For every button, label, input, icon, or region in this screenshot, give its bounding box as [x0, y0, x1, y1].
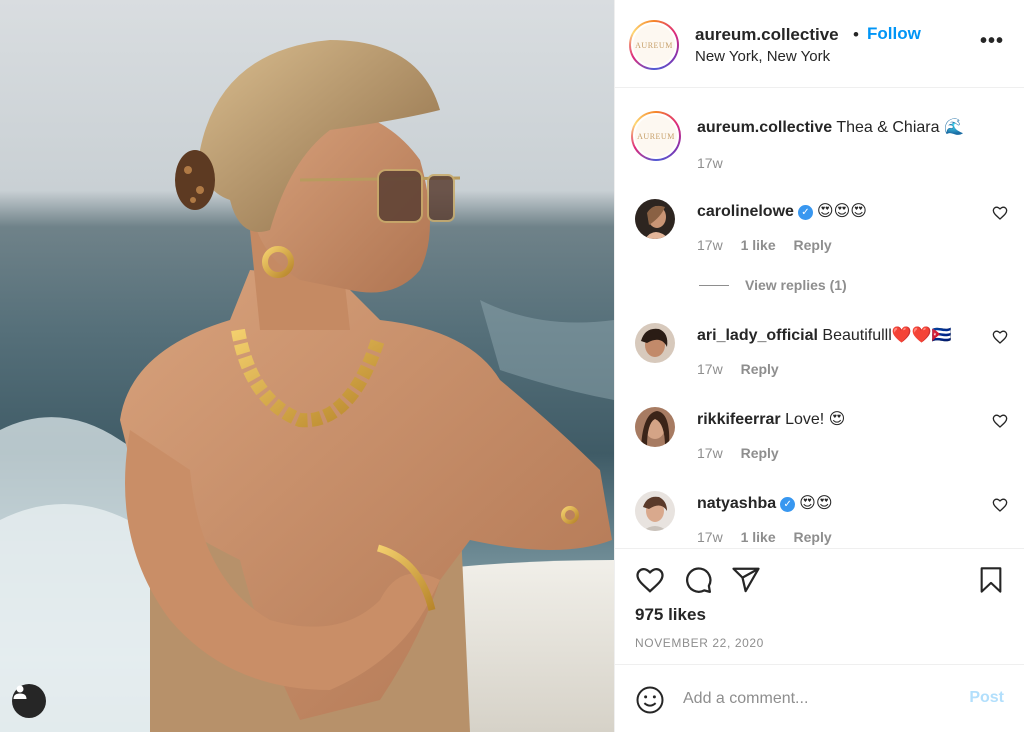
comment-input[interactable]	[683, 687, 943, 711]
author-username[interactable]: aureum.collective	[695, 25, 839, 45]
post-actions: 975 likes NOVEMBER 22, 2020	[615, 548, 1024, 664]
share-plane-icon[interactable]	[731, 565, 761, 595]
brand-logo: AUREUM	[633, 24, 675, 66]
replies-divider-line	[699, 285, 729, 286]
more-options-icon[interactable]: •••	[980, 31, 1004, 51]
likes-count[interactable]: 975 likes	[635, 605, 706, 625]
comment-text: 😍😍	[799, 495, 833, 512]
follow-button[interactable]: Follow	[867, 24, 921, 44]
commenter-avatar[interactable]	[635, 407, 675, 447]
comments-list[interactable]: AUREUM aureum.collective Thea & Chiara 🌊…	[615, 89, 1024, 548]
commenter-avatar[interactable]	[635, 491, 675, 531]
separator-dot: •	[853, 25, 859, 44]
caption-username[interactable]: aureum.collective	[697, 119, 832, 136]
brand-logo: AUREUM	[635, 115, 677, 157]
comment-text: Beautifulll❤️❤️🇨🇺	[822, 327, 952, 344]
commenter-avatar[interactable]	[635, 199, 675, 239]
post-location[interactable]: New York, New York	[695, 48, 830, 65]
caption-avatar[interactable]: AUREUM	[631, 111, 681, 161]
comment-time[interactable]: 17w	[697, 237, 723, 253]
post-comment-button[interactable]: Post	[969, 689, 1004, 707]
photo-illustration	[0, 40, 614, 732]
comment-username[interactable]: carolinelowe	[697, 203, 794, 220]
view-replies-label: View replies (1)	[745, 277, 847, 293]
post-photo[interactable]	[0, 0, 614, 732]
post-header: AUREUM aureum.collective • Follow New Yo…	[615, 0, 1024, 88]
comment-username[interactable]: natyashba	[697, 495, 776, 512]
like-comment-heart-icon[interactable]	[992, 329, 1008, 345]
verified-badge-icon: ✓	[797, 205, 813, 220]
add-comment-bar: Post	[615, 664, 1024, 732]
post-date[interactable]: NOVEMBER 22, 2020	[635, 636, 764, 650]
comment-bubble-icon[interactable]	[683, 565, 713, 595]
comment-username[interactable]: ari_lady_official	[697, 327, 818, 344]
author-avatar[interactable]: AUREUM	[629, 20, 679, 70]
comment-item: natyashba ✓ 😍😍 17w 1 like Reply	[635, 491, 1020, 548]
reply-button[interactable]: Reply	[794, 529, 832, 545]
view-replies-button[interactable]: View replies (1)	[699, 277, 847, 293]
like-comment-heart-icon[interactable]	[992, 413, 1008, 429]
comment-time[interactable]: 17w	[697, 361, 723, 377]
like-comment-heart-icon[interactable]	[992, 497, 1008, 513]
like-heart-icon[interactable]	[635, 565, 665, 595]
comment-text: 😍😍😍	[816, 203, 867, 220]
commenter-avatar[interactable]	[635, 323, 675, 363]
comment-username[interactable]: rikkifeerrar	[697, 411, 781, 428]
post-detail-panel: AUREUM aureum.collective • Follow New Yo…	[614, 0, 1024, 732]
emoji-smiley-icon[interactable]	[635, 685, 665, 715]
comment-item: ari_lady_official Beautifulll❤️❤️🇨🇺 17w …	[635, 323, 1020, 383]
caption-time[interactable]: 17w	[697, 155, 723, 171]
comment-item: carolinelowe ✓ 😍😍😍 17w 1 like Reply	[635, 199, 1020, 259]
comment-time[interactable]: 17w	[697, 445, 723, 461]
reply-button[interactable]: Reply	[794, 237, 832, 253]
user-tag-icon	[13, 685, 27, 699]
comment-text: Love! 😍	[785, 411, 846, 428]
comment-time[interactable]: 17w	[697, 529, 723, 545]
reply-button[interactable]: Reply	[741, 445, 779, 461]
comment-item: rikkifeerrar Love! 😍 17w Reply	[635, 407, 1020, 467]
caption-text: Thea & Chiara 🌊	[836, 119, 964, 136]
user-tag-button[interactable]	[12, 684, 46, 718]
like-comment-heart-icon[interactable]	[992, 205, 1008, 221]
save-bookmark-icon[interactable]	[977, 565, 1005, 595]
verified-badge-icon: ✓	[780, 497, 796, 512]
reply-button[interactable]: Reply	[741, 361, 779, 377]
comment-likes[interactable]: 1 like	[741, 237, 776, 253]
comment-likes[interactable]: 1 like	[741, 529, 776, 545]
